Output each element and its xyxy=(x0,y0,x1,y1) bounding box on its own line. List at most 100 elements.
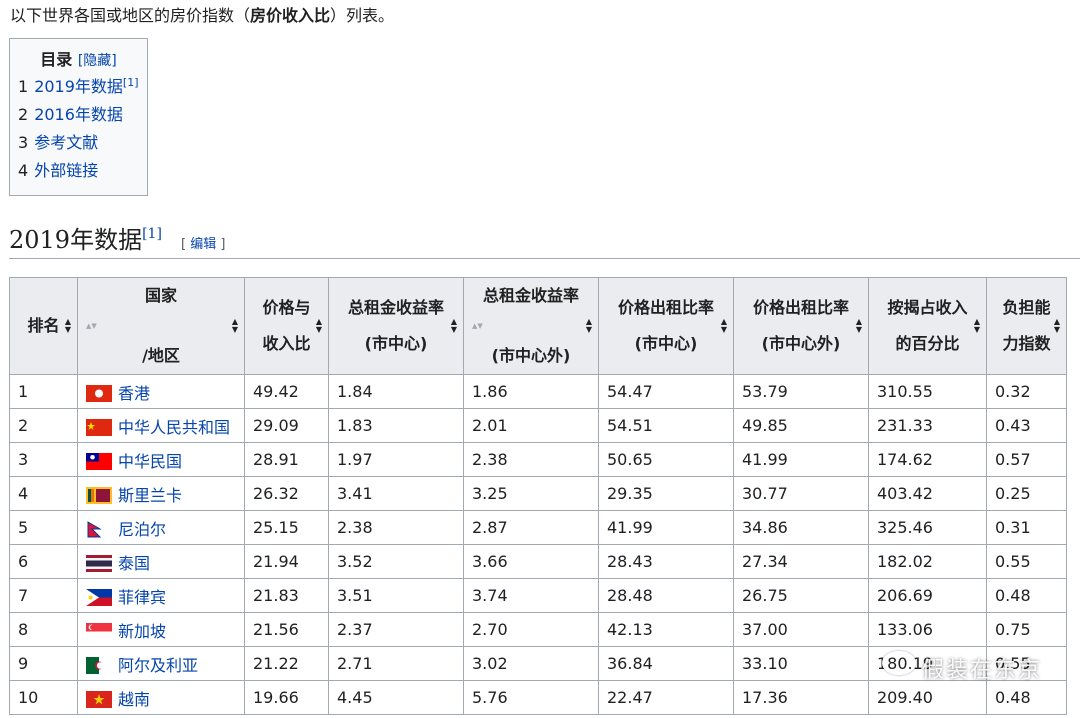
value-cell: 133.06 xyxy=(868,612,987,647)
toc-item-link[interactable]: 2016年数据 xyxy=(34,105,123,124)
intro-suffix: ）列表。 xyxy=(330,6,395,25)
toc-item-citation[interactable]: [1] xyxy=(123,76,139,89)
rank-cell: 9 xyxy=(9,646,78,681)
flag-icon[interactable] xyxy=(86,622,112,640)
value-cell: 310.55 xyxy=(868,374,987,409)
column-header[interactable]: 价格出租比率 (市中心外) ▲ ▼ xyxy=(733,277,869,375)
flag-icon[interactable] xyxy=(86,656,112,674)
column-header[interactable]: 总租金收益率 (市中心) ▲ ▼ xyxy=(328,277,464,375)
table-row: 4 斯里兰卡 26.32 3.41 3.25 29.35 30.77 403.42 0.25 xyxy=(9,476,1067,511)
sort-icon[interactable]: ▲ ▼ xyxy=(721,318,727,334)
country-link[interactable]: 中华人民共和国 xyxy=(118,418,230,437)
flag-icon[interactable] xyxy=(86,690,112,708)
value-cell: 49.42 xyxy=(244,374,329,409)
flag-icon[interactable] xyxy=(86,418,112,436)
value-cell: 34.86 xyxy=(733,510,869,545)
toc-item-link[interactable]: 2019年数据 xyxy=(34,77,123,96)
sort-icon[interactable]: ▲ ▼ xyxy=(974,318,980,334)
value-cell: 4.45 xyxy=(328,680,464,715)
column-header-label: 总租金收益率 xyxy=(347,298,444,317)
toc-item[interactable]: 1 2019年数据[1] xyxy=(18,73,139,101)
country-cell: 菲律宾 xyxy=(77,578,245,613)
flag-icon[interactable] xyxy=(86,588,112,606)
rank-cell: 2 xyxy=(9,408,78,443)
value-cell: 49.85 xyxy=(733,408,869,443)
rank-cell: 6 xyxy=(9,544,78,579)
value-cell: 2.37 xyxy=(328,612,464,647)
country-link[interactable]: 越南 xyxy=(118,690,150,709)
value-cell: 325.46 xyxy=(868,510,987,545)
value-cell: 0.32 xyxy=(986,374,1067,409)
intro-text: 以下世界各国或地区的房价指数（房价收入比）列表。 xyxy=(10,4,394,28)
country-link[interactable]: 尼泊尔 xyxy=(118,520,166,539)
flag-icon[interactable] xyxy=(86,384,112,402)
toc-item[interactable]: 3 参考文献 xyxy=(18,129,139,157)
country-link[interactable]: 中华民国 xyxy=(118,452,182,471)
country-link[interactable]: 泰国 xyxy=(118,554,150,573)
sort-icon[interactable]: ▲ ▼ xyxy=(316,318,322,334)
sort-icon[interactable]: ▲ ▼ xyxy=(1054,318,1060,334)
toc-item-link[interactable]: 外部链接 xyxy=(34,161,98,180)
table-row: 2 中华人民共和国 29.09 1.83 2.01 54.51 49.85 231.33 0.4… xyxy=(9,408,1067,443)
flag-icon[interactable] xyxy=(86,520,112,538)
section-title: 2019年数据[1] xyxy=(9,226,162,254)
table-row: 5 尼泊尔 25.15 2.38 2.87 41.99 34.86 325.46 0.31 xyxy=(9,510,1067,545)
value-cell: 0.25 xyxy=(986,476,1067,511)
country-cell: 中华民国 xyxy=(77,442,245,477)
column-header-label: (市中心外) xyxy=(491,346,571,365)
section-citation[interactable]: [1] xyxy=(142,226,162,242)
column-header[interactable]: 排名 ▲ ▼ xyxy=(9,277,78,375)
toc-item[interactable]: 2 2016年数据 xyxy=(18,101,139,129)
toc-item[interactable]: 4 外部链接 xyxy=(18,157,139,185)
column-header[interactable]: 按揭占收入 的百分比 ▲ ▼ xyxy=(868,277,987,375)
toc-item-link[interactable]: 参考文献 xyxy=(34,133,98,152)
rank-cell: 1 xyxy=(9,374,78,409)
value-cell: 182.02 xyxy=(868,544,987,579)
value-cell: 3.66 xyxy=(463,544,599,579)
rank-cell: 3 xyxy=(9,442,78,477)
column-header[interactable]: 价格出租比率 (市中心) ▲ ▼ xyxy=(598,277,734,375)
value-cell: 3.52 xyxy=(328,544,464,579)
country-link[interactable]: 新加坡 xyxy=(118,622,166,641)
country-link[interactable]: 斯里兰卡 xyxy=(118,486,182,505)
column-header[interactable]: 负担能力指数 ▲ ▼ xyxy=(986,277,1067,375)
value-cell: 2.38 xyxy=(463,442,599,477)
value-cell: 27.34 xyxy=(733,544,869,579)
column-header-label: 价格出租比率 xyxy=(617,298,714,317)
country-link[interactable]: 阿尔及利亚 xyxy=(118,656,198,675)
value-cell: 21.22 xyxy=(244,646,329,681)
flag-icon[interactable] xyxy=(86,452,112,470)
column-header[interactable]: 国家 ▲▼ /地区 ▲ ▼ xyxy=(77,277,245,375)
country-link[interactable]: 菲律宾 xyxy=(118,588,166,607)
value-cell: 26.75 xyxy=(733,578,869,613)
column-header-label: 力指数 xyxy=(1002,334,1051,353)
edit-link[interactable]: 编辑 xyxy=(190,237,216,252)
sort-icon[interactable]: ▲ ▼ xyxy=(65,318,71,334)
column-header-label: 总租金收益率 xyxy=(482,286,579,305)
toc-title: 目录 xyxy=(40,50,73,69)
value-cell: 5.76 xyxy=(463,680,599,715)
column-header-label: 负担能 xyxy=(1002,298,1051,317)
column-header[interactable]: 价格与 收入比 ▲ ▼ xyxy=(244,277,329,375)
value-cell: 0.43 xyxy=(986,408,1067,443)
flag-icon[interactable] xyxy=(86,554,112,572)
toc-header: 目录 [隐藏] xyxy=(18,47,139,73)
value-cell: 0.57 xyxy=(986,442,1067,477)
rank-cell: 5 xyxy=(9,510,78,545)
value-cell: 17.36 xyxy=(733,680,869,715)
sort-icon[interactable]: ▲ ▼ xyxy=(586,318,592,334)
sort-icon[interactable]: ▲ ▼ xyxy=(856,318,862,334)
value-cell: 19.66 xyxy=(244,680,329,715)
value-cell: 206.69 xyxy=(868,578,987,613)
sort-icon[interactable]: ▲ ▼ xyxy=(232,318,238,334)
toc-toggle-link[interactable]: [隐藏] xyxy=(78,53,117,69)
column-header[interactable]: 总租金收益率 ▲▼ (市中心外) ▲ ▼ xyxy=(463,277,599,375)
value-cell: 0.75 xyxy=(986,612,1067,647)
rank-cell: 7 xyxy=(9,578,78,613)
country-cell: 香港 xyxy=(77,374,245,409)
value-cell: 3.41 xyxy=(328,476,464,511)
country-link[interactable]: 香港 xyxy=(118,384,150,403)
sort-icon[interactable]: ▲ ▼ xyxy=(451,318,457,334)
flag-icon[interactable] xyxy=(86,486,112,504)
table-row: 1 香港 49.42 1.84 1.86 54.47 53.79 310.55 0.32 xyxy=(9,374,1067,409)
